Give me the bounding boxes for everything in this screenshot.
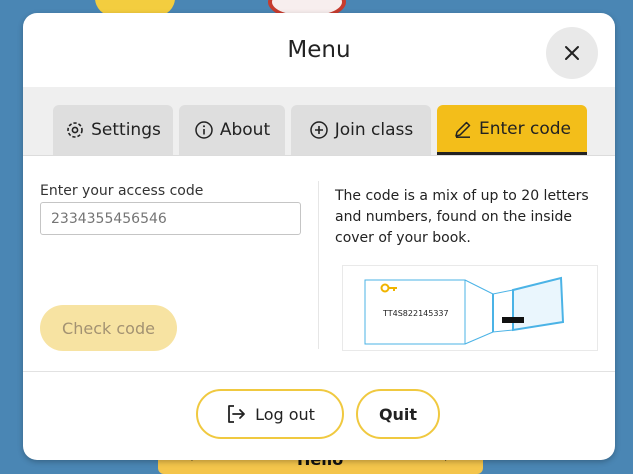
enter-code-panel: Enter your access code Check code The co…: [23, 156, 615, 371]
close-icon: [565, 46, 579, 60]
logout-label: Log out: [255, 404, 315, 424]
background-text-fragment: ···: [2, 0, 13, 6]
quit-button[interactable]: Quit: [356, 389, 440, 439]
tab-about-label: About: [219, 120, 271, 140]
panel-divider: [318, 181, 319, 349]
logout-icon: [225, 403, 247, 425]
modal-title: Menu: [287, 37, 351, 63]
access-code-input[interactable]: [40, 202, 301, 235]
tab-join-class-label: Join class: [334, 120, 414, 140]
modal-header: Menu: [23, 13, 615, 88]
tab-settings-label: Settings: [91, 120, 161, 140]
tab-about[interactable]: About: [179, 105, 285, 155]
menu-modal: Menu Settings About Join class Enter cod…: [23, 13, 615, 460]
diagram-sample-code: TT4S822145337: [382, 309, 449, 318]
tab-enter-code-label: Enter code: [478, 118, 572, 139]
tab-enter-code[interactable]: Enter code: [437, 105, 587, 155]
key-icon: [380, 283, 397, 293]
close-button[interactable]: [546, 27, 598, 79]
gear-icon: [65, 120, 85, 140]
logout-button[interactable]: Log out: [196, 389, 344, 439]
code-help-text: The code is a mix of up to 20 letters an…: [335, 188, 589, 246]
modal-footer: Log out Quit: [23, 371, 615, 460]
check-code-button[interactable]: Check code: [40, 305, 177, 351]
access-code-label: Enter your access code: [40, 183, 204, 199]
tab-settings[interactable]: Settings: [53, 105, 173, 155]
pencil-icon: [453, 119, 473, 139]
tab-join-class[interactable]: Join class: [291, 105, 431, 155]
plus-circle-icon: [309, 120, 329, 140]
info-icon: [194, 120, 214, 140]
code-location-diagram: TT4S822145337: [342, 265, 598, 351]
tab-bar: Settings About Join class Enter code: [23, 87, 615, 156]
